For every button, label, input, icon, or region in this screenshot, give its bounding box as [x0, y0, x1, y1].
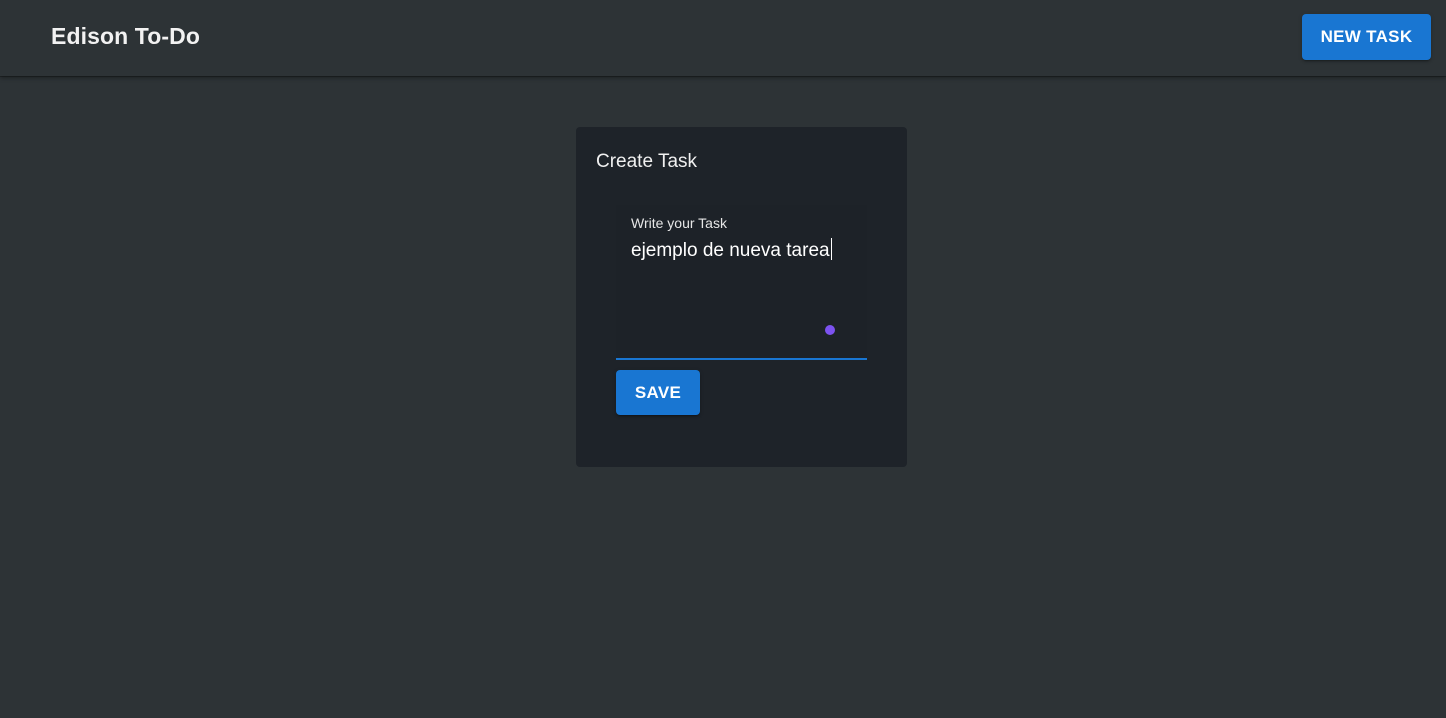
text-caret — [830, 238, 832, 260]
create-task-card: Create Task Write your Task ejemplo de n… — [576, 127, 907, 467]
task-textarea[interactable]: Write your Task ejemplo de nueva tarea — [616, 205, 867, 360]
card-title: Create Task — [596, 151, 698, 172]
app-bar: Edison To-Do NEW TASK — [0, 0, 1446, 76]
save-button[interactable]: SAVE — [616, 370, 700, 415]
resize-dot-icon[interactable] — [825, 325, 835, 335]
task-field-label: Write your Task — [631, 215, 727, 231]
new-task-button[interactable]: NEW TASK — [1302, 14, 1431, 60]
app-title: Edison To-Do — [51, 23, 200, 49]
task-field-text: ejemplo de nueva tarea — [631, 240, 830, 261]
task-field-value[interactable]: ejemplo de nueva tarea — [631, 238, 832, 262]
